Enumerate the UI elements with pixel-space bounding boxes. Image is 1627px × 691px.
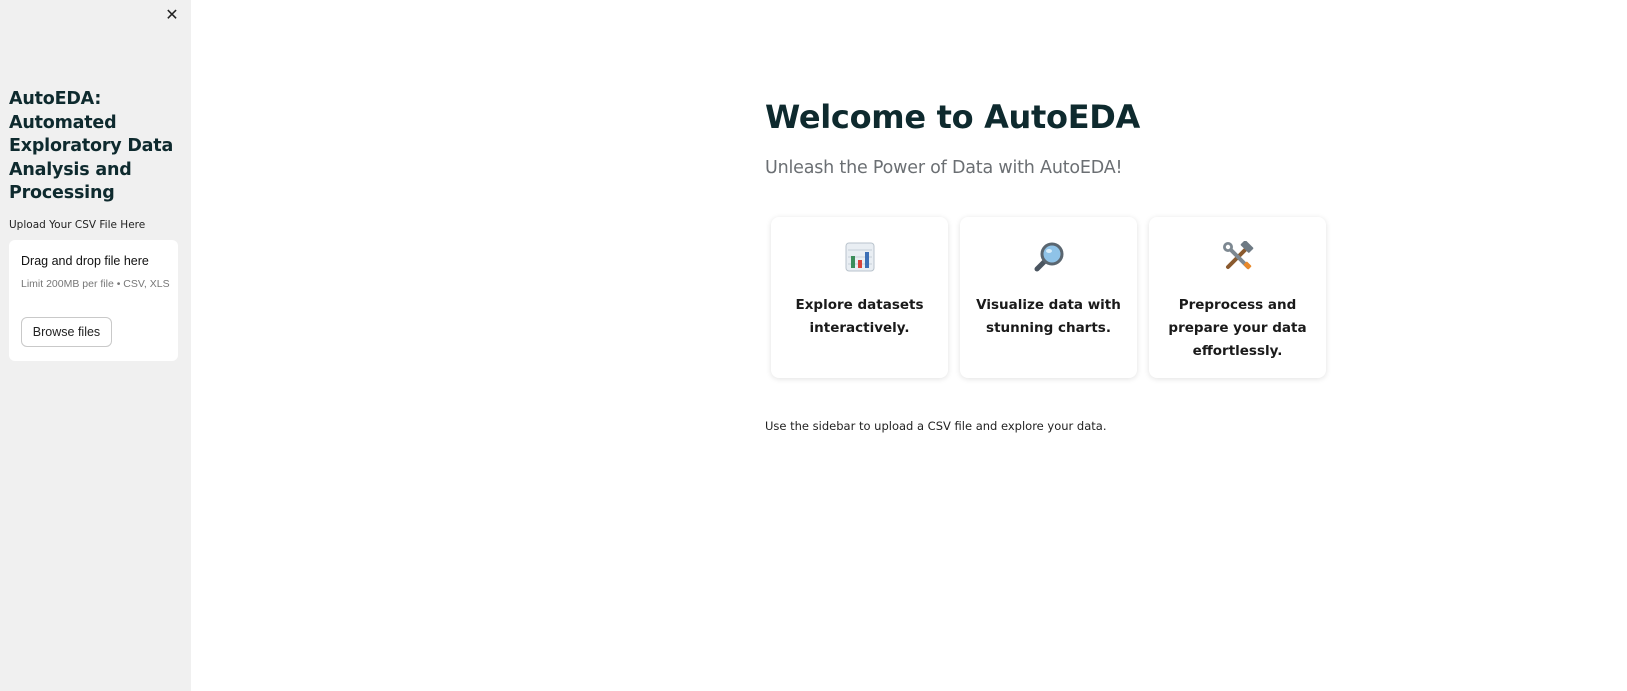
- feature-card-text: Visualize data with stunning charts.: [976, 297, 1121, 336]
- magnifier-icon: [960, 239, 1137, 275]
- dropzone-title: Drag and drop file here: [21, 254, 149, 268]
- dropzone-limit-text: Limit 200MB per file • CSV, XLS: [21, 278, 170, 290]
- feature-card-text: Explore datasets interactively.: [795, 297, 924, 336]
- page-title: Welcome to AutoEDA: [765, 98, 1141, 136]
- sidebar: ✕ AutoEDA: Automated Exploratory Data An…: [0, 0, 191, 691]
- feature-card-text: Preprocess and prepare your data effortl…: [1168, 297, 1307, 359]
- page-subtitle: Unleash the Power of Data with AutoEDA!: [765, 158, 1123, 178]
- feature-card-preprocess: Preprocess and prepare your data effortl…: [1149, 217, 1326, 378]
- close-sidebar-button[interactable]: ✕: [162, 6, 182, 26]
- feature-card-visualize: Visualize data with stunning charts.: [960, 217, 1137, 378]
- bar-chart-icon: [771, 239, 948, 275]
- browse-files-button[interactable]: Browse files: [21, 317, 112, 347]
- upload-label: Upload Your CSV File Here: [9, 219, 146, 231]
- app-title: AutoEDA: Automated Exploratory Data Anal…: [9, 89, 174, 203]
- close-icon: ✕: [165, 7, 179, 24]
- hammer-wrench-icon: [1149, 239, 1326, 275]
- file-dropzone[interactable]: Drag and drop file here Limit 200MB per …: [9, 240, 178, 361]
- feature-card-explore: Explore datasets interactively.: [771, 217, 948, 378]
- footer-note: Use the sidebar to upload a CSV file and…: [765, 419, 1107, 433]
